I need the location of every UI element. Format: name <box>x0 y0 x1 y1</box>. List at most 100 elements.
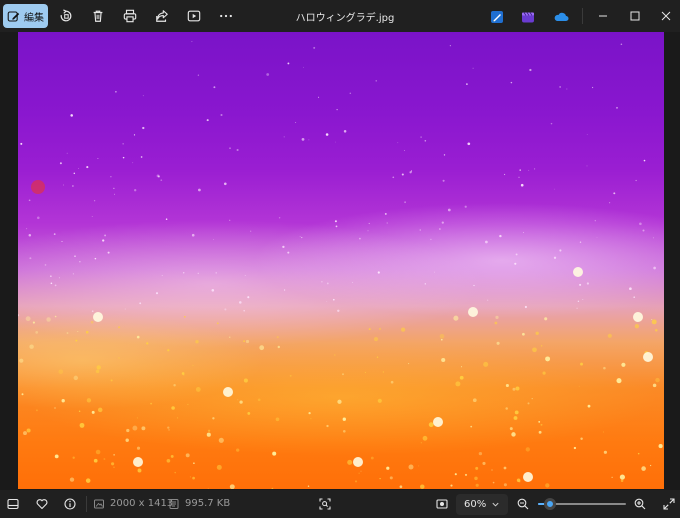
image-canvas[interactable] <box>0 32 680 490</box>
sparkle <box>165 218 168 220</box>
slideshow-icon[interactable] <box>186 8 202 24</box>
sparkle <box>124 308 126 310</box>
sparkle <box>377 271 380 274</box>
sparkle <box>301 138 305 141</box>
sparkle <box>336 108 338 111</box>
zoom-in-icon[interactable] <box>633 497 647 511</box>
sparkle <box>343 130 347 133</box>
edit-button[interactable]: 編集 <box>3 4 48 28</box>
zoom-value: 60% <box>464 499 487 510</box>
sparkle <box>78 168 80 170</box>
designer-app-icon[interactable] <box>490 9 504 23</box>
sparkle <box>86 166 89 169</box>
sparkle <box>510 81 513 84</box>
filmstrip-icon[interactable] <box>6 497 20 511</box>
delete-icon[interactable] <box>90 8 106 24</box>
sparkle <box>579 283 582 286</box>
sparkle <box>77 331 79 333</box>
zoom-slider[interactable] <box>538 498 626 510</box>
fullscreen-icon[interactable] <box>662 497 676 511</box>
sparkle <box>525 447 530 452</box>
info-icon[interactable] <box>63 497 77 511</box>
sparkle <box>28 199 31 202</box>
sparkle <box>198 188 201 192</box>
sparkle <box>58 369 64 375</box>
actual-size-icon[interactable] <box>435 497 449 511</box>
clipchamp-app-icon[interactable] <box>521 9 535 23</box>
favorite-icon[interactable] <box>35 497 49 511</box>
sparkle <box>367 230 369 232</box>
sparkle <box>404 201 406 204</box>
visual-search-icon[interactable] <box>318 497 332 511</box>
sparkle <box>97 158 99 159</box>
sparkle <box>113 466 115 468</box>
sparkle <box>113 193 116 195</box>
sparkle <box>229 147 231 149</box>
zoom-out-icon[interactable] <box>516 497 530 511</box>
sparkle <box>74 255 76 257</box>
sparkle <box>54 407 56 409</box>
sparkle <box>91 410 95 414</box>
sparkle <box>608 202 611 204</box>
sparkle <box>206 432 211 437</box>
sparkle <box>334 354 336 356</box>
sparkle <box>250 230 252 232</box>
close-icon[interactable] <box>656 6 676 26</box>
sparkle <box>86 398 92 403</box>
sparkle <box>472 398 477 403</box>
sparkle <box>613 192 616 195</box>
sparkle <box>586 134 588 135</box>
sparkle <box>107 251 110 254</box>
sparkle <box>401 173 404 176</box>
sparkle <box>182 272 185 274</box>
sparkle <box>441 221 444 224</box>
sparkle <box>386 222 388 224</box>
sparkle <box>528 169 530 171</box>
sparkle <box>102 239 105 242</box>
more-icon[interactable] <box>218 8 234 24</box>
sparkle <box>95 449 101 455</box>
sparkle <box>633 296 636 299</box>
sparkle <box>75 339 78 342</box>
sparkle <box>389 476 393 480</box>
sparkle <box>592 86 594 89</box>
sparkle <box>229 219 231 221</box>
sparkle <box>150 402 152 405</box>
sparkle <box>580 437 583 440</box>
sparkle <box>25 316 31 322</box>
file-size: 995.7 KB <box>185 498 231 509</box>
sparkle <box>582 299 584 300</box>
sparkle <box>85 330 89 334</box>
onedrive-icon[interactable] <box>553 9 569 23</box>
sparkle <box>318 96 320 98</box>
sparkle <box>653 266 656 270</box>
sparkle <box>408 363 410 365</box>
rotate-icon[interactable] <box>58 8 74 24</box>
zoom-dropdown[interactable]: 60% <box>456 494 508 515</box>
sparkle <box>63 184 64 186</box>
sparkle <box>93 200 96 202</box>
sparkle <box>637 452 640 455</box>
sparkle <box>578 385 580 387</box>
sparkle <box>532 347 537 353</box>
sparkle <box>554 188 555 190</box>
zoom-slider-thumb[interactable] <box>544 498 557 510</box>
sparkle <box>440 338 443 341</box>
minimize-icon[interactable] <box>593 6 613 26</box>
sparkle-glow <box>433 417 443 427</box>
sparkle <box>72 185 74 187</box>
sparkle <box>587 404 591 408</box>
sparkle <box>104 234 107 237</box>
sparkle <box>134 189 137 192</box>
maximize-icon[interactable] <box>625 6 645 26</box>
sparkle <box>655 377 660 383</box>
sparkle <box>155 292 159 295</box>
sparkle <box>603 450 608 454</box>
sparkle <box>32 321 35 324</box>
sparkle <box>430 238 432 241</box>
sparkle <box>245 339 250 344</box>
print-icon[interactable] <box>122 8 138 24</box>
photo[interactable] <box>18 32 664 489</box>
share-icon[interactable] <box>154 8 170 24</box>
sparkle <box>287 251 290 254</box>
